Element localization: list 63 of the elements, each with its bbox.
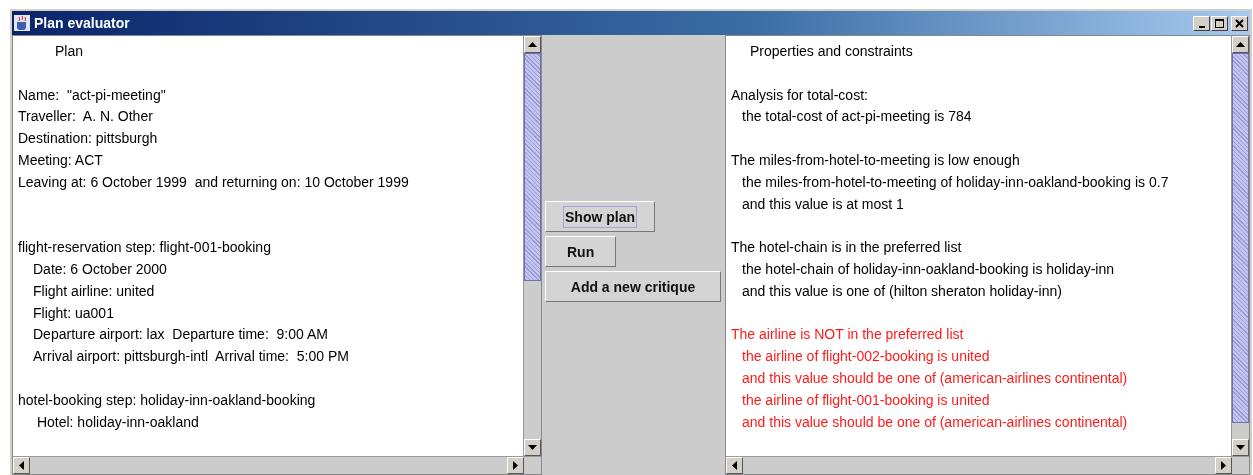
scroll-down-button[interactable] (524, 439, 541, 456)
plan-line: Leaving at: 6 October 1999 and returning on: 10 October 1999 (18, 172, 410, 192)
step-detail: Flight: ua001 (32, 303, 115, 323)
analysis-text-area[interactable] (726, 36, 1231, 456)
step-line: hotel-booking step: holiday-inn-oakland-booking (18, 390, 317, 410)
horizontal-scrollbar[interactable] (13, 456, 541, 474)
result-detail: the total-cost of act-pi-meeting is 784 (741, 107, 973, 127)
plan-heading: Plan (54, 42, 85, 61)
scroll-up-button[interactable] (1232, 36, 1249, 53)
scroll-thumb[interactable] (524, 53, 541, 281)
vertical-scrollbar[interactable] (523, 36, 541, 456)
maximize-button[interactable] (1211, 15, 1228, 31)
result-detail: and this value should be one of (american-airlines continental) (741, 412, 1129, 432)
down-arrow-icon (528, 445, 537, 450)
up-arrow-icon (528, 42, 537, 47)
close-button[interactable] (1231, 15, 1248, 31)
close-icon (1235, 18, 1244, 28)
action-button[interactable]: Show plan (545, 201, 655, 232)
horizontal-scrollbar[interactable] (726, 456, 1249, 474)
plan-line: Name: "act-pi-meeting" (18, 85, 167, 105)
result-detail: the airline of flight-001-booking is united (741, 390, 991, 410)
scroll-thumb[interactable] (1232, 53, 1249, 423)
result-line: The airline is NOT in the preferred list (731, 325, 965, 345)
left-arrow-icon (19, 461, 24, 470)
result-line: The miles-from-hotel-to-meeting is low enough (731, 151, 1021, 170)
up-arrow-icon (1236, 42, 1245, 47)
result-detail: and this value is one of (hilton sheraton holiday-inn) (741, 281, 1063, 301)
minimize-button[interactable] (1193, 15, 1210, 31)
result-detail: the airline of flight-002-booking is united (741, 347, 991, 367)
result-line: The hotel-chain is in the preferred list (731, 238, 963, 258)
window-title: Plan evaluator (34, 15, 131, 31)
scroll-left-button[interactable] (13, 457, 30, 474)
plan-line: Meeting: ACT (18, 151, 104, 170)
scroll-up-button[interactable] (524, 36, 541, 53)
result-detail: and this value is at most 1 (741, 194, 905, 214)
right-arrow-icon (1221, 461, 1226, 470)
plan-text-area[interactable] (13, 36, 523, 456)
analysis-heading: Properties and constraints (749, 42, 914, 61)
maximize-icon (1215, 18, 1224, 28)
cup-icon (14, 15, 30, 31)
result-detail: the hotel-chain of holiday-inn-oakland-booking is holiday-inn (741, 259, 1115, 279)
result-detail: and this value should be one of (american-airlines continental) (741, 368, 1129, 388)
step-detail: Departure airport: lax Departure time: 9:00 AM (32, 325, 329, 345)
result-detail: the miles-from-hotel-to-meeting of holiday-inn-oakland-booking is 0.7 (741, 172, 1170, 192)
scroll-right-button[interactable] (1215, 457, 1232, 474)
step-detail: Hotel: holiday-inn-oakland (35, 412, 200, 432)
action-button[interactable]: Run (545, 236, 617, 267)
scroll-left-button[interactable] (726, 457, 743, 474)
right-arrow-icon (513, 461, 518, 470)
step-detail: Date: 6 October 2000 (32, 259, 168, 279)
minimize-icon (1198, 25, 1205, 28)
step-line: flight-reservation step: flight-001-booking (18, 238, 272, 258)
plan-line: Destination: pittsburgh (18, 129, 159, 149)
left-arrow-icon (732, 461, 737, 470)
scroll-down-button[interactable] (1232, 439, 1249, 456)
step-detail: Arrival airport: pittsburgh-intl Arrival time: 5:00 PM (32, 347, 350, 367)
plan-line: Traveller: A. N. Other (18, 107, 154, 127)
scroll-right-button[interactable] (507, 457, 524, 474)
action-button[interactable]: Add a new critique (545, 271, 721, 302)
result-line: Analysis for total-cost: (731, 85, 869, 105)
down-arrow-icon (1236, 445, 1245, 450)
step-detail: Flight airline: united (32, 281, 156, 301)
vertical-scrollbar[interactable] (1231, 36, 1249, 456)
